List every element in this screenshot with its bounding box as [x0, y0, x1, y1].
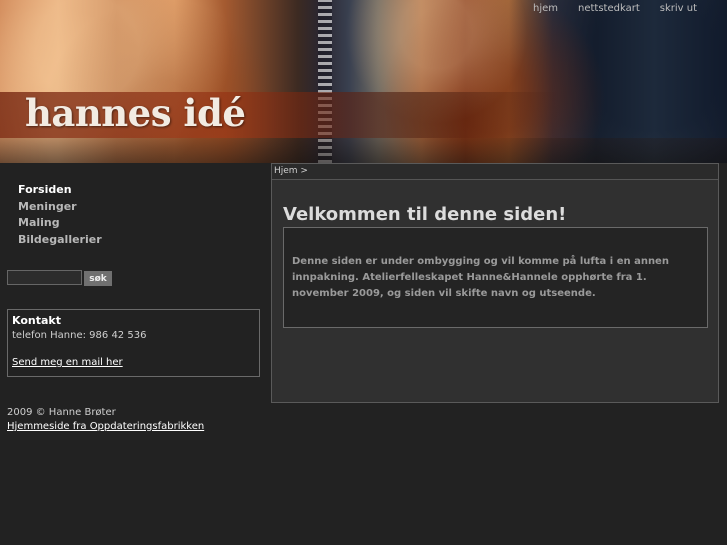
contact-mail-link[interactable]: Send meg en mail her — [12, 357, 123, 368]
contact-phone: telefon Hanne: 986 42 536 — [12, 330, 147, 341]
sidebar-menu: Forsiden Meninger Maling Bildegallerier — [18, 182, 102, 248]
sidebar-item-maling: Maling — [18, 215, 102, 232]
sidebar-item-label[interactable]: Maling — [18, 216, 60, 229]
breadcrumb: Hjem > — [272, 164, 718, 180]
site-title[interactable]: hannes idé — [25, 91, 246, 135]
top-nav-sitemap-link[interactable]: nettstedkart — [578, 3, 640, 14]
page-heading: Velkommen til denne siden! — [283, 204, 567, 225]
main-panel: Hjem > Velkommen til denne siden! Denne … — [271, 163, 719, 403]
top-nav-print-link[interactable]: skriv ut — [660, 3, 697, 14]
sidebar-item-bildegallerier: Bildegallerier — [18, 232, 102, 249]
content-box: Denne siden er under ombygging og vil ko… — [283, 227, 708, 328]
sidebar-item-label[interactable]: Meninger — [18, 200, 77, 213]
search-button[interactable]: søk — [84, 271, 112, 286]
contact-box: Kontakt telefon Hanne: 986 42 536 Send m… — [7, 309, 260, 377]
footer-credit-link[interactable]: Hjemmeside fra Oppdateringsfabrikken — [7, 421, 204, 432]
sidebar-item-label[interactable]: Forsiden — [18, 183, 72, 196]
page: hannes idé hjem nettstedkart skriv ut Fo… — [0, 0, 727, 545]
top-nav-home-link[interactable]: hjem — [533, 3, 558, 14]
search-input[interactable] — [7, 270, 82, 285]
footer-copyright: 2009 © Hanne Brøter — [7, 407, 116, 418]
contact-title: Kontakt — [12, 314, 61, 327]
sidebar-item-label[interactable]: Bildegallerier — [18, 233, 102, 246]
content-text: Denne siden er under ombygging og vil ko… — [292, 256, 669, 299]
header-banner: hannes idé hjem nettstedkart skriv ut — [0, 0, 727, 163]
breadcrumb-home-link[interactable]: Hjem > — [274, 166, 308, 176]
banner-bottom-shade — [0, 138, 727, 163]
sidebar-item-meninger: Meninger — [18, 199, 102, 216]
top-nav: hjem nettstedkart skriv ut — [533, 3, 697, 14]
sidebar-item-forsiden: Forsiden — [18, 182, 102, 199]
